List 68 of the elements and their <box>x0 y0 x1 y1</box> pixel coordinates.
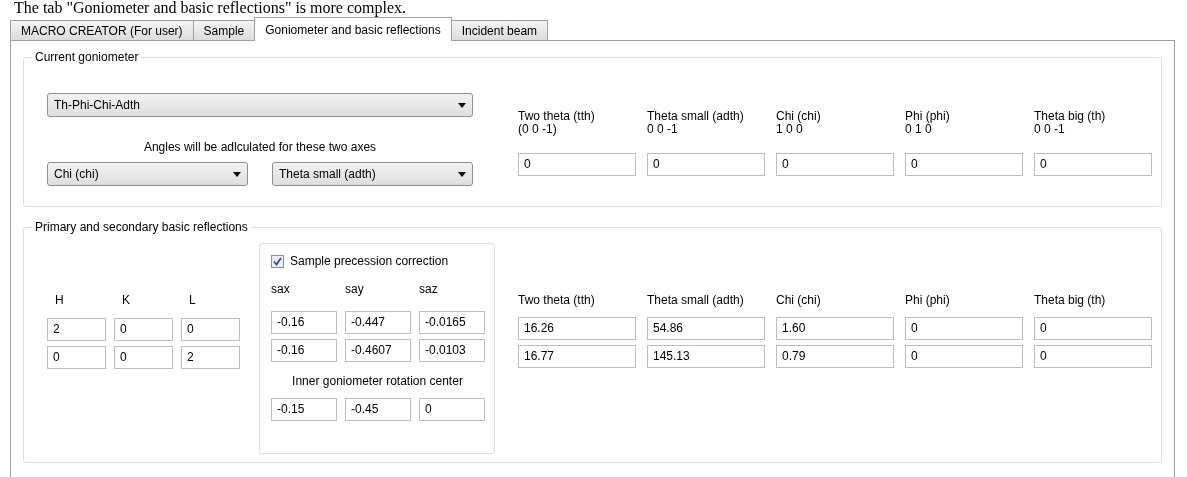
dropdown[interactable]: Chi (chi) <box>47 162 248 186</box>
input-field[interactable]: 0 <box>114 346 173 369</box>
tab[interactable]: Incident beam <box>450 20 549 40</box>
input-field[interactable]: 0 <box>419 398 485 421</box>
input-field[interactable]: 0.79 <box>776 345 894 368</box>
group-title: Current goniometer <box>32 50 142 64</box>
tab[interactable]: Goniometer and basic reflections <box>254 17 452 41</box>
input-field[interactable]: 16.26 <box>518 317 636 340</box>
input-field[interactable]: 0 <box>905 345 1023 368</box>
caret-icon <box>458 171 466 177</box>
input-field[interactable]: -0.15 <box>271 398 337 421</box>
caption-text: The tab "Goniometer and basic reflections" is more complex. <box>13 0 407 16</box>
input-field[interactable]: -0.4607 <box>345 339 411 362</box>
input-field[interactable]: 0 <box>518 153 636 176</box>
checkbox[interactable] <box>271 254 284 268</box>
input-field[interactable]: 2 <box>47 318 106 341</box>
center-label: Inner goniometer rotation center <box>292 374 463 388</box>
input-field[interactable]: 16.77 <box>518 345 636 368</box>
angle-label: Two theta (tth) <box>518 110 595 123</box>
input-field[interactable]: -0.0103 <box>419 339 485 362</box>
input-field[interactable]: 0 <box>1034 345 1152 368</box>
input-field[interactable]: -0.16 <box>271 311 337 334</box>
column-header: Two theta (tth) <box>518 293 595 307</box>
axes-note: Angles will be adlculated for these two axes <box>143 140 377 154</box>
input-field[interactable]: 0 <box>1034 153 1152 176</box>
tab[interactable]: Sample <box>192 20 256 40</box>
input-field[interactable]: 0 <box>47 346 106 369</box>
axis-direction: 0 0 -1 <box>647 123 678 136</box>
input-field[interactable]: 145.13 <box>647 345 765 368</box>
input-field[interactable]: 1.60 <box>776 317 894 340</box>
column-header: sax <box>271 282 290 296</box>
axis-direction: 0 1 0 <box>905 123 932 136</box>
input-field[interactable]: 0 <box>181 318 240 341</box>
dropdown[interactable]: Th-Phi-Chi-Adth <box>47 93 473 117</box>
input-field[interactable]: 0 <box>905 153 1023 176</box>
input-field[interactable]: 0 <box>114 318 173 341</box>
input-field[interactable]: -0.45 <box>345 398 411 421</box>
column-header: Theta small (adth) <box>647 293 744 307</box>
column-header: Theta big (th) <box>1034 293 1106 307</box>
column-header: Phi (phi) <box>905 293 950 307</box>
column-header: saz <box>419 282 438 296</box>
column-header: K <box>122 293 130 307</box>
column-header: say <box>345 282 364 296</box>
angle-label: Phi (phi) <box>905 110 950 123</box>
angle-label: Theta small (adth) <box>647 110 744 123</box>
column-header: H <box>55 293 64 307</box>
axis-direction: 1 0 0 <box>776 123 803 136</box>
input-field[interactable]: 2 <box>181 346 240 369</box>
input-field[interactable]: 0 <box>1034 317 1152 340</box>
checkbox-label: Sample precession correction <box>290 254 449 268</box>
angle-label: Theta big (th) <box>1034 110 1106 123</box>
group-title: Primary and secondary basic reflections <box>32 220 251 234</box>
axis-direction: (0 0 -1) <box>518 123 557 136</box>
axis-direction: 0 0 -1 <box>1034 123 1065 136</box>
dropdown[interactable]: Theta small (adth) <box>272 162 473 186</box>
input-field[interactable]: -0.447 <box>345 311 411 334</box>
input-field[interactable]: 0 <box>647 153 765 176</box>
column-header: Chi (chi) <box>776 293 821 307</box>
tab[interactable]: MACRO CREATOR (For user) <box>10 20 194 40</box>
caret-icon <box>233 171 241 177</box>
input-field[interactable]: -0.0165 <box>419 311 485 334</box>
input-field[interactable]: 54.86 <box>647 317 765 340</box>
column-header: L <box>189 293 196 307</box>
input-field[interactable]: 0 <box>905 317 1023 340</box>
input-field[interactable]: 0 <box>776 153 894 176</box>
angle-label: Chi (chi) <box>776 110 821 123</box>
caret-icon <box>458 102 466 108</box>
input-field[interactable]: -0.16 <box>271 339 337 362</box>
